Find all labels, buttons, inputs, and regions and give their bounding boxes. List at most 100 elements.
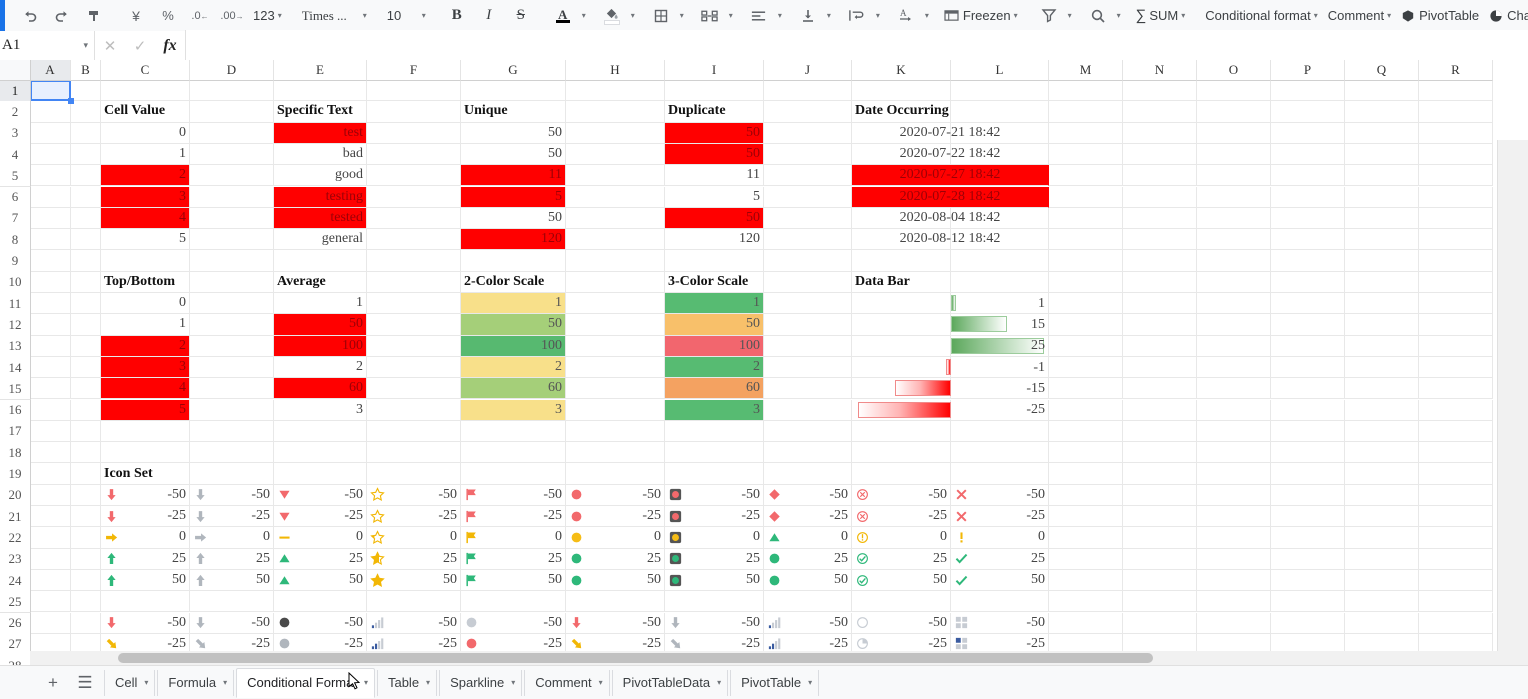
- chevron-down-icon[interactable]: ▾: [808, 678, 812, 687]
- cell-D2[interactable]: [190, 101, 274, 123]
- cell-A16[interactable]: [30, 399, 71, 421]
- row-header-3[interactable]: 3: [0, 122, 31, 145]
- insert-function-icon[interactable]: fx: [155, 31, 185, 60]
- cell-Q18[interactable]: [1345, 442, 1419, 464]
- cell-I14[interactable]: 2: [665, 356, 764, 379]
- cell-H1[interactable]: [566, 80, 665, 102]
- cell-O8[interactable]: [1197, 229, 1271, 251]
- cell-L17[interactable]: [951, 420, 1049, 443]
- cell-I24[interactable]: 50: [665, 569, 764, 592]
- cell-F21[interactable]: -25: [367, 506, 461, 528]
- cell-F17[interactable]: [367, 420, 461, 443]
- decrease-decimal-icon[interactable]: .0←: [184, 3, 216, 29]
- cell-D1[interactable]: [190, 80, 274, 102]
- cell-E26[interactable]: -50: [274, 612, 367, 634]
- cell-I13[interactable]: 100: [665, 335, 764, 357]
- cell-Q21[interactable]: [1345, 506, 1419, 528]
- cell-P3[interactable]: [1271, 122, 1345, 144]
- cell-J3[interactable]: [764, 122, 852, 144]
- cell-I4[interactable]: 50: [665, 143, 764, 166]
- cell-M15[interactable]: [1049, 378, 1123, 400]
- all-sheets-icon[interactable]: ☰: [72, 670, 98, 696]
- cell-O19[interactable]: [1197, 463, 1271, 485]
- cell-C7[interactable]: 4: [101, 207, 190, 230]
- cell-M1[interactable]: [1049, 80, 1123, 102]
- cell-F5[interactable]: [367, 165, 461, 187]
- cell-A26[interactable]: [30, 612, 71, 634]
- redo-icon[interactable]: [46, 3, 78, 29]
- cell-J8[interactable]: [764, 229, 852, 251]
- cell-O24[interactable]: [1197, 569, 1271, 592]
- cell-H9[interactable]: [566, 250, 665, 272]
- cell-I21[interactable]: -25: [665, 506, 764, 528]
- cell-M25[interactable]: [1049, 591, 1123, 613]
- cell-E4[interactable]: bad: [274, 143, 367, 166]
- cell-E21[interactable]: -25: [274, 506, 367, 528]
- cell-F20[interactable]: -50: [367, 484, 461, 506]
- row-header-16[interactable]: 16: [0, 399, 31, 422]
- cell-G10[interactable]: 2-Color Scale: [461, 271, 566, 293]
- cell-A21[interactable]: [30, 506, 71, 528]
- cell-A3[interactable]: [30, 122, 71, 144]
- cell-M26[interactable]: [1049, 612, 1123, 634]
- cell-F2[interactable]: [367, 101, 461, 123]
- cell-A10[interactable]: [30, 271, 71, 293]
- cell-G15[interactable]: 60: [461, 378, 566, 400]
- cell-P6[interactable]: [1271, 186, 1345, 208]
- column-header-N[interactable]: N: [1123, 60, 1197, 81]
- cell-N8[interactable]: [1123, 229, 1197, 251]
- cell-D16[interactable]: [190, 399, 274, 421]
- chevron-down-icon[interactable]: ▾: [426, 678, 430, 687]
- cell-K10[interactable]: Data Bar: [852, 271, 951, 293]
- cell-G12[interactable]: 50: [461, 314, 566, 336]
- cell-B2[interactable]: [71, 101, 101, 123]
- cell-O9[interactable]: [1197, 250, 1271, 272]
- data-bar-cell-K13[interactable]: 25: [852, 335, 1049, 357]
- column-header-G[interactable]: G: [461, 60, 566, 81]
- cell-E15[interactable]: 60: [274, 378, 367, 400]
- cell-B19[interactable]: [71, 463, 101, 485]
- cell-I12[interactable]: 50: [665, 314, 764, 336]
- chevron-down-icon[interactable]: ▾: [83, 40, 88, 51]
- cell-I17[interactable]: [665, 420, 764, 443]
- cell-O17[interactable]: [1197, 420, 1271, 443]
- cell-E13[interactable]: 100: [274, 335, 367, 357]
- cell-Q7[interactable]: [1345, 207, 1419, 230]
- cell-B10[interactable]: [71, 271, 101, 293]
- cell-O22[interactable]: [1197, 527, 1271, 549]
- cell-K8[interactable]: 2020-08-12 18:42: [852, 229, 1049, 251]
- cell-G8[interactable]: 120: [461, 229, 566, 251]
- cell-D9[interactable]: [190, 250, 274, 272]
- cell-P4[interactable]: [1271, 143, 1345, 166]
- row-header-7[interactable]: 7: [0, 207, 31, 231]
- sheet-tab-pivottable[interactable]: PivotTable ▾: [730, 669, 820, 696]
- cell-N14[interactable]: [1123, 356, 1197, 379]
- cell-C25[interactable]: [101, 591, 190, 613]
- cell-H4[interactable]: [566, 143, 665, 166]
- cell-O4[interactable]: [1197, 143, 1271, 166]
- cell-R17[interactable]: [1419, 420, 1493, 443]
- cell-B14[interactable]: [71, 356, 101, 379]
- row-header-1[interactable]: 1: [0, 80, 31, 103]
- cell-I22[interactable]: 0: [665, 527, 764, 549]
- cell-E22[interactable]: 0: [274, 527, 367, 549]
- cell-P1[interactable]: [1271, 80, 1345, 102]
- cell-B15[interactable]: [71, 378, 101, 400]
- cell-D14[interactable]: [190, 356, 274, 379]
- cell-O2[interactable]: [1197, 101, 1271, 123]
- cell-Q24[interactable]: [1345, 569, 1419, 592]
- cell-B17[interactable]: [71, 420, 101, 443]
- column-header-O[interactable]: O: [1197, 60, 1271, 81]
- cell-A17[interactable]: [30, 420, 71, 443]
- borders-icon[interactable]: [645, 3, 677, 29]
- cell-K6[interactable]: 2020-07-28 18:42: [852, 186, 1049, 208]
- cell-L20[interactable]: -50: [951, 484, 1049, 506]
- sum-button[interactable]: ∑ SUM ▾: [1131, 3, 1191, 29]
- cell-B7[interactable]: [71, 207, 101, 230]
- cell-G22[interactable]: 0: [461, 527, 566, 549]
- cell-G7[interactable]: 50: [461, 207, 566, 230]
- cell-A14[interactable]: [30, 356, 71, 379]
- cell-O5[interactable]: [1197, 165, 1271, 187]
- cell-G23[interactable]: 25: [461, 548, 566, 570]
- chevron-down-icon[interactable]: ▾: [729, 11, 733, 20]
